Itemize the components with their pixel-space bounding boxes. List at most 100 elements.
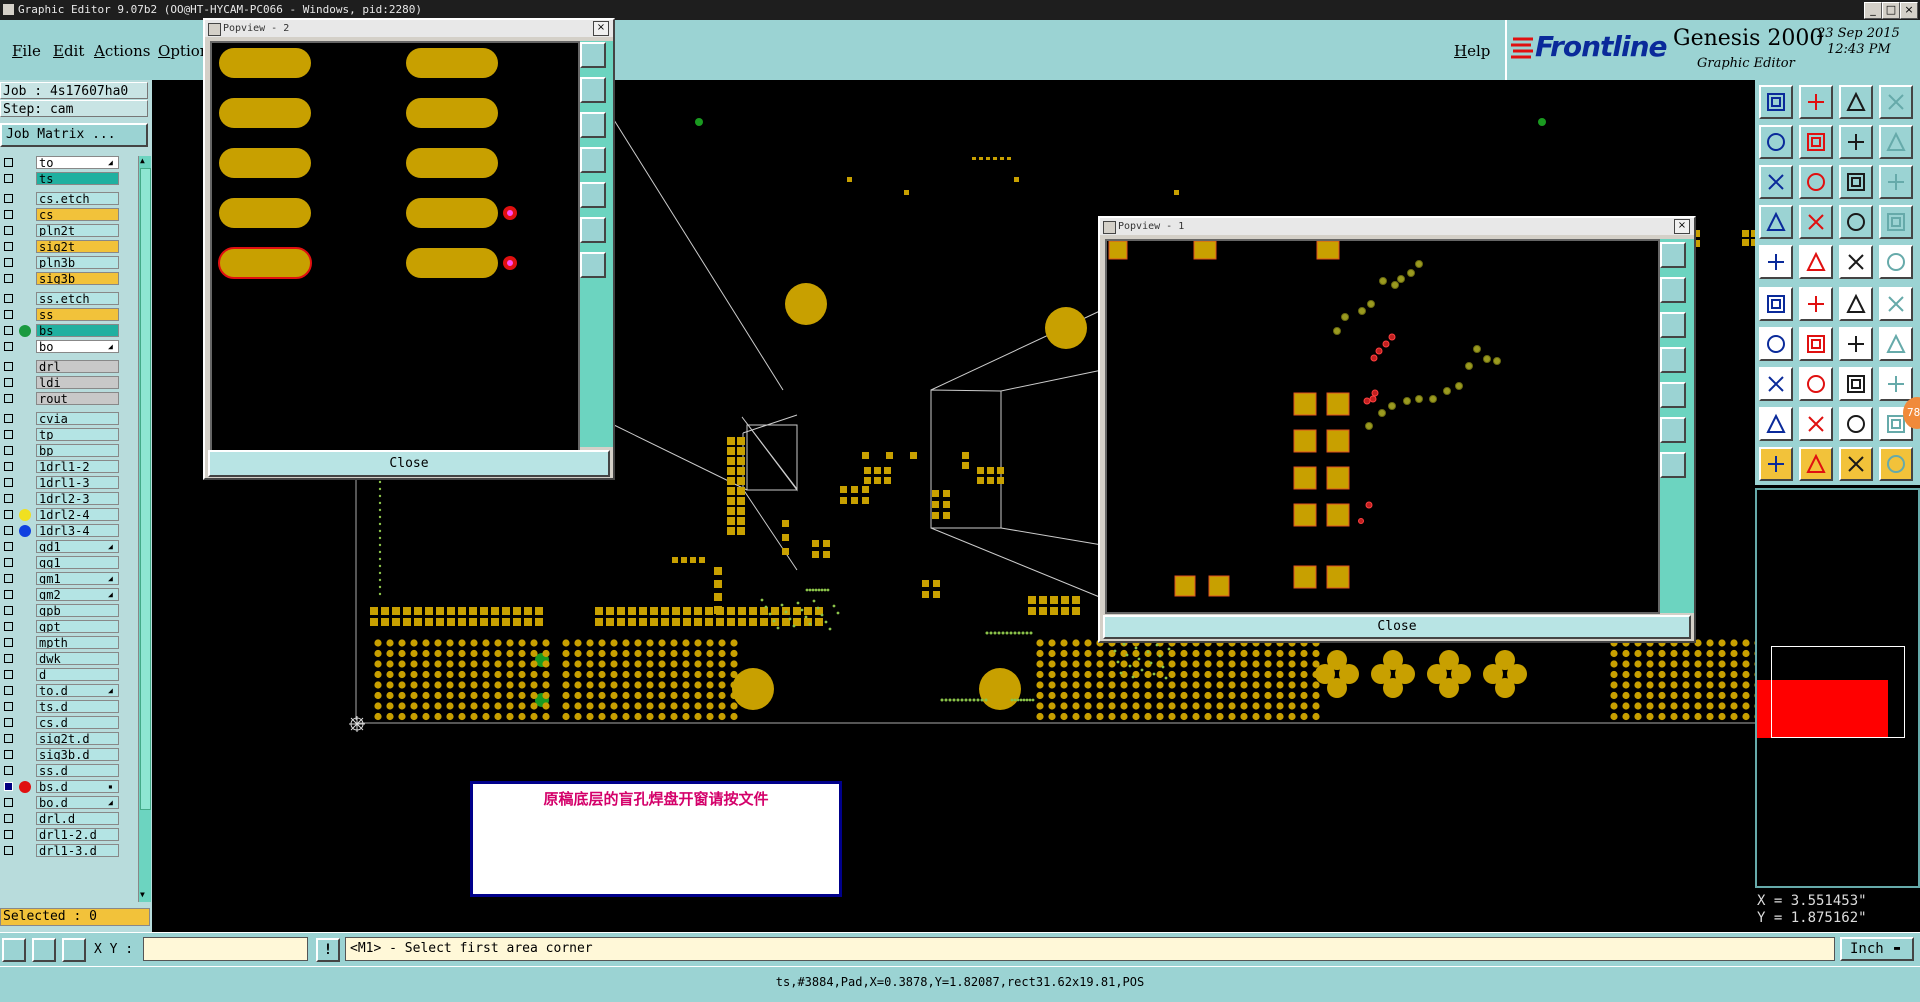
layer-row-gm1[interactable]: gm1 ◢ — [0, 572, 140, 586]
move-icon[interactable] — [1799, 125, 1833, 159]
popview-2-close-icon[interactable]: × — [593, 21, 609, 36]
layer-row-dwk[interactable]: dwk — [0, 652, 140, 666]
layer-name[interactable]: drl — [36, 360, 119, 373]
text-icon[interactable] — [1799, 407, 1833, 441]
layer-checkbox[interactable] — [4, 494, 13, 503]
layer-row-gm2[interactable]: gm2 ◢ — [0, 588, 140, 602]
menu-options[interactable]: Option — [158, 42, 209, 60]
layer-row-to[interactable]: to ◢ — [0, 156, 140, 170]
alert-button[interactable]: ! — [316, 938, 340, 962]
layer-row-cs[interactable]: cs — [0, 208, 140, 222]
layer-name[interactable]: 1drl2-3 — [36, 492, 119, 505]
layer-row-sig3b[interactable]: sig3b — [0, 272, 140, 286]
layer-row-sig3b.d[interactable]: sig3b.d — [0, 748, 140, 762]
layer-checkbox[interactable] — [4, 194, 13, 203]
layer-row-sig2t[interactable]: sig2t — [0, 240, 140, 254]
layer-row-bs[interactable]: bs — [0, 324, 140, 338]
layer-checkbox[interactable] — [4, 558, 13, 567]
ff-icon[interactable] — [1879, 327, 1913, 361]
via-icon[interactable] — [1879, 245, 1913, 279]
layer-name[interactable]: bp — [36, 444, 119, 457]
layer-name[interactable]: bo.d — [36, 796, 119, 809]
layer-checkbox[interactable] — [4, 702, 13, 711]
layer-name[interactable]: cs.d — [36, 716, 119, 729]
layer-checkbox[interactable] — [4, 414, 13, 423]
layer-checkbox[interactable] — [4, 446, 13, 455]
layer-row-cs.etch[interactable]: cs.etch — [0, 192, 140, 206]
layer-name[interactable]: d — [36, 668, 119, 681]
cross-icon[interactable] — [1799, 287, 1833, 321]
flip-icon[interactable] — [1839, 125, 1873, 159]
layer-checkbox[interactable] — [4, 242, 13, 251]
grid-icon[interactable] — [1799, 205, 1833, 239]
layer-checkbox[interactable] — [4, 526, 13, 535]
layer-name[interactable]: drl1-2.d — [36, 828, 119, 841]
layer-name[interactable]: ts.d — [36, 700, 119, 713]
scroll-up-arrow-icon[interactable]: ▲ — [140, 156, 150, 166]
layer-name[interactable]: 1drl2-4 — [36, 508, 119, 521]
layer-name[interactable]: sig3b.d — [36, 748, 119, 761]
pointer-icon[interactable] — [1759, 447, 1793, 481]
layer-row-bo[interactable]: bo ◢ — [0, 340, 140, 354]
layer-checkbox[interactable] — [4, 766, 13, 775]
layer-name[interactable]: ss.d — [36, 764, 119, 777]
select-alt-icon[interactable] — [1839, 447, 1873, 481]
layer-checkbox[interactable] — [4, 846, 13, 855]
layer-row-sig2t.d[interactable]: sig2t.d — [0, 732, 140, 746]
layer-name[interactable]: gm2 — [36, 588, 119, 601]
layer-checkbox[interactable] — [4, 798, 13, 807]
align-icon[interactable] — [1879, 205, 1913, 239]
maximize-button[interactable]: □ — [1882, 2, 1900, 19]
stretch-icon[interactable] — [1879, 125, 1913, 159]
snap-icon[interactable] — [1839, 205, 1873, 239]
popview-tool-2-1-icon[interactable] — [1660, 242, 1686, 268]
layer-checkbox[interactable] — [4, 510, 13, 519]
layer-name[interactable]: bo — [36, 340, 119, 353]
popview-tool-2-2-icon[interactable] — [1660, 277, 1686, 303]
layer-row-cvia[interactable]: cvia — [0, 412, 140, 426]
popview-2-canvas[interactable] — [210, 41, 580, 469]
close-button[interactable]: × — [1900, 2, 1918, 19]
layer-row-d[interactable]: d — [0, 668, 140, 682]
layer-name[interactable]: 1drl3-4 — [36, 524, 119, 537]
layer-row-1drl1-2[interactable]: 1drl1-2 — [0, 460, 140, 474]
popview-1-close-icon[interactable]: × — [1674, 219, 1690, 234]
popview-tool-1-2-icon[interactable] — [580, 77, 606, 103]
layer-name[interactable]: ss.etch — [36, 292, 119, 305]
popview-tool-2-6-icon[interactable] — [1660, 417, 1686, 443]
layer-checkbox[interactable] — [4, 590, 13, 599]
popview-tool-1-3-icon[interactable] — [580, 112, 606, 138]
layer-checkbox[interactable] — [4, 782, 13, 791]
popview-2-close-button[interactable]: Close — [208, 450, 610, 477]
layer-name[interactable]: gm1 — [36, 572, 119, 585]
layer-checkbox[interactable] — [4, 606, 13, 615]
layer-name[interactable]: ts — [36, 172, 119, 185]
layer-checkbox[interactable] — [4, 718, 13, 727]
layer-row-drl.d[interactable]: drl.d — [0, 812, 140, 826]
layer-name[interactable]: bs.d — [36, 780, 119, 793]
layer-row-bs.d[interactable]: bs.d ▪ — [0, 780, 140, 794]
layer-name[interactable]: gd1 — [36, 540, 119, 553]
open-job-icon[interactable] — [1759, 85, 1793, 119]
copy-icon[interactable] — [1759, 125, 1793, 159]
layer-checkbox[interactable] — [4, 362, 13, 371]
layer-scrollbar[interactable]: ▲ ▼ — [138, 156, 151, 902]
layer-row-ss.etch[interactable]: ss.etch — [0, 292, 140, 306]
layer-row-drl[interactable]: drl — [0, 360, 140, 374]
overview-navigator[interactable] — [1755, 488, 1920, 888]
layer-row-mpth[interactable]: mpth — [0, 636, 140, 650]
cluster-icon[interactable] — [1879, 367, 1913, 401]
layer-row-ss.d[interactable]: ss.d — [0, 764, 140, 778]
layer-checkbox[interactable] — [4, 342, 13, 351]
layer-name[interactable]: to.d — [36, 684, 119, 697]
popview-tool-2-7-icon[interactable] — [1660, 452, 1686, 478]
popview-tool-2-5-icon[interactable] — [1660, 382, 1686, 408]
layer-name[interactable]: sig2t — [36, 240, 119, 253]
layer-row-gpb[interactable]: gpb — [0, 604, 140, 618]
layer-checkbox[interactable] — [4, 378, 13, 387]
layer-name[interactable]: pln3b — [36, 256, 119, 269]
layer-name[interactable]: sig3b — [36, 272, 119, 285]
layer-row-1drl2-4[interactable]: 1drl2-4 — [0, 508, 140, 522]
layer-row-ts.d[interactable]: ts.d — [0, 700, 140, 714]
layer-checkbox[interactable] — [4, 274, 13, 283]
